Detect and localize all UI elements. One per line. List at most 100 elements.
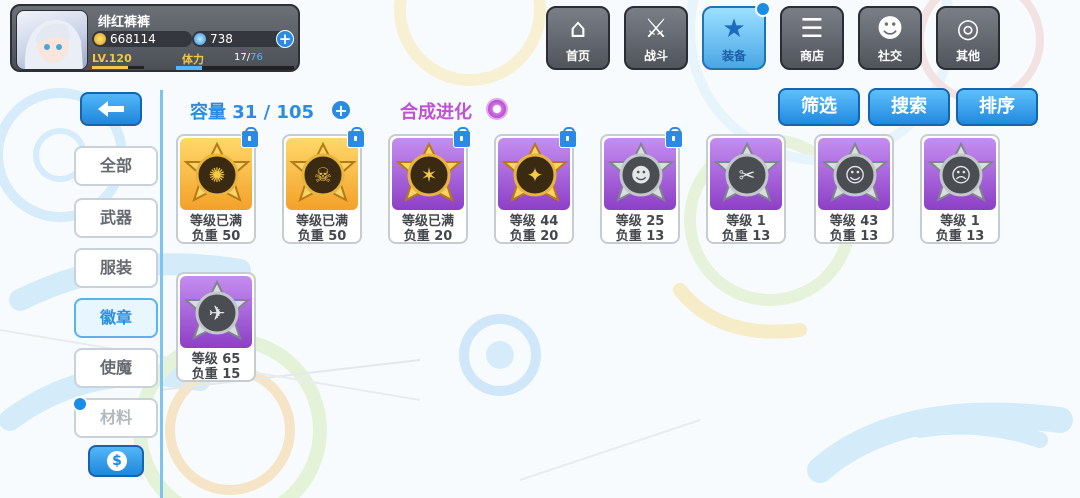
badge-item-card[interactable]: ✶ 等级已满 负重 20 — [388, 127, 471, 244]
svg-text:✦: ✦ — [527, 163, 544, 187]
badge-medal-icon: ✶ — [395, 142, 463, 203]
nav-label: 首页 — [565, 49, 590, 63]
house-icon: ⌂ — [569, 14, 587, 44]
svg-text:✈: ✈ — [209, 301, 226, 325]
crossed-swords-icon: ⚔ — [644, 14, 668, 44]
lock-icon[interactable] — [559, 127, 577, 148]
badge-medal-icon: ✈ — [183, 280, 251, 341]
stamina-progress-bar — [176, 66, 294, 70]
nav-label: 社交 — [877, 49, 902, 63]
sell-button[interactable]: $ — [88, 445, 144, 477]
sort-button[interactable]: 排序 — [956, 88, 1038, 126]
nav-label: 其他 — [955, 49, 980, 63]
gold-counter: 668114 — [92, 31, 192, 47]
nav-people-button[interactable]: ☻ 社交 — [858, 6, 922, 70]
coin-icon: $ — [107, 451, 127, 471]
badge-item-card[interactable]: ☹ 等级 1 负重 13 — [920, 134, 1000, 244]
badge-item-card[interactable]: ☠ 等级已满 负重 50 — [282, 127, 365, 244]
category-tab[interactable]: 徽章 — [74, 298, 158, 338]
add-gems-button[interactable]: + — [276, 30, 294, 48]
lock-icon[interactable] — [453, 127, 471, 148]
item-weight: 负重 50 — [191, 229, 241, 244]
badge-medal-icon: ☻ — [607, 142, 675, 203]
gold-coin-icon — [94, 33, 106, 45]
inventory-capacity: 容量 31 / 105 — [190, 102, 314, 123]
lock-icon[interactable] — [241, 127, 259, 148]
gem-counter: 738 — [192, 31, 288, 47]
svg-text:✶: ✶ — [421, 163, 438, 187]
lock-icon[interactable] — [347, 127, 365, 148]
nav-label: 装备 — [721, 49, 746, 63]
item-weight: 负重 13 — [935, 229, 985, 244]
item-level: 等级已满 — [295, 214, 348, 229]
badge-medal-icon: ☺ — [821, 142, 889, 203]
level-progress-bar — [92, 66, 144, 69]
nav-house-button[interactable]: ⌂ 首页 — [546, 6, 610, 70]
badge-medal-icon: ✺ — [183, 142, 251, 203]
item-weight: 负重 15 — [191, 367, 241, 382]
player-level: LV.120 — [92, 52, 132, 65]
synthesis-evolution-button[interactable]: 合成进化 — [400, 98, 472, 124]
badge-medal-icon: ✦ — [501, 142, 569, 203]
star-icon: ★ — [722, 14, 746, 44]
back-button[interactable] — [80, 92, 142, 126]
item-level: 等级已满 — [189, 214, 242, 229]
item-weight: 负重 50 — [297, 229, 347, 244]
player-name: 绯红裤裤 — [98, 15, 151, 30]
gold-amount: 668114 — [110, 32, 156, 46]
category-tab[interactable]: 服装 — [74, 248, 158, 288]
nav-cart-button[interactable]: ☰ 商店 — [780, 6, 844, 70]
notification-dot — [72, 396, 88, 412]
nav-star-button[interactable]: ★ 装备 — [702, 1, 771, 70]
search-button[interactable]: 搜索 — [868, 88, 950, 126]
item-level: 等级 1 — [940, 214, 980, 229]
sidebar-divider — [160, 90, 163, 498]
lock-icon[interactable] — [665, 127, 683, 148]
svg-text:☹: ☹ — [951, 163, 972, 187]
swirl-icon[interactable] — [486, 98, 508, 120]
player-panel[interactable]: 绯红裤裤 668114 738 + LV.120 体力 17/76 — [10, 4, 300, 72]
svg-text:☺: ☺ — [845, 163, 866, 187]
svg-text:☠: ☠ — [314, 163, 332, 187]
item-weight: 负重 13 — [721, 229, 771, 244]
category-tab[interactable]: 全部 — [74, 146, 158, 186]
svg-text:✺: ✺ — [209, 163, 226, 187]
gem-amount: 738 — [210, 32, 233, 46]
more-icon: ◎ — [956, 14, 980, 44]
item-weight: 负重 13 — [829, 229, 879, 244]
badge-item-card[interactable]: ✂ 等级 1 负重 13 — [706, 134, 786, 244]
arrow-left-icon — [98, 101, 124, 117]
cart-icon: ☰ — [800, 14, 824, 44]
stamina-value: 17/76 — [234, 52, 263, 63]
item-weight: 负重 20 — [403, 229, 453, 244]
badge-item-card[interactable]: ✺ 等级已满 负重 50 — [176, 127, 259, 244]
nav-crossed-swords-button[interactable]: ⚔ 战斗 — [624, 6, 688, 70]
category-tab[interactable]: 武器 — [74, 198, 158, 238]
svg-text:☻: ☻ — [631, 163, 652, 187]
badge-item-card[interactable]: ✦ 等级 44 负重 20 — [494, 127, 577, 244]
svg-text:✂: ✂ — [739, 163, 756, 187]
badge-item-card[interactable]: ☺ 等级 43 负重 13 — [814, 134, 894, 244]
item-level: 等级 65 — [191, 352, 241, 367]
badge-item-card[interactable]: ✈ 等级 65 负重 15 — [176, 272, 256, 382]
badge-medal-icon: ☹ — [927, 142, 995, 203]
nav-label: 战斗 — [643, 49, 668, 63]
gem-icon — [194, 33, 206, 45]
badge-item-card[interactable]: ☻ 等级 25 负重 13 — [600, 127, 683, 244]
nav-more-button[interactable]: ◎ 其他 — [936, 6, 1000, 70]
item-level: 等级 1 — [726, 214, 766, 229]
people-icon: ☻ — [876, 14, 904, 44]
notification-dot — [755, 1, 771, 17]
item-level: 等级 25 — [615, 214, 665, 229]
item-level: 等级已满 — [401, 214, 454, 229]
badge-medal-icon: ✂ — [713, 142, 781, 203]
category-tab[interactable]: 使魔 — [74, 348, 158, 388]
expand-capacity-button[interactable]: + — [330, 99, 352, 121]
item-level: 等级 44 — [509, 214, 559, 229]
nav-label: 商店 — [799, 49, 824, 63]
filter-button[interactable]: 筛选 — [778, 88, 860, 126]
item-weight: 负重 13 — [615, 229, 665, 244]
item-level: 等级 43 — [829, 214, 879, 229]
avatar[interactable] — [16, 10, 88, 70]
stamina-label: 体力 — [182, 53, 204, 66]
